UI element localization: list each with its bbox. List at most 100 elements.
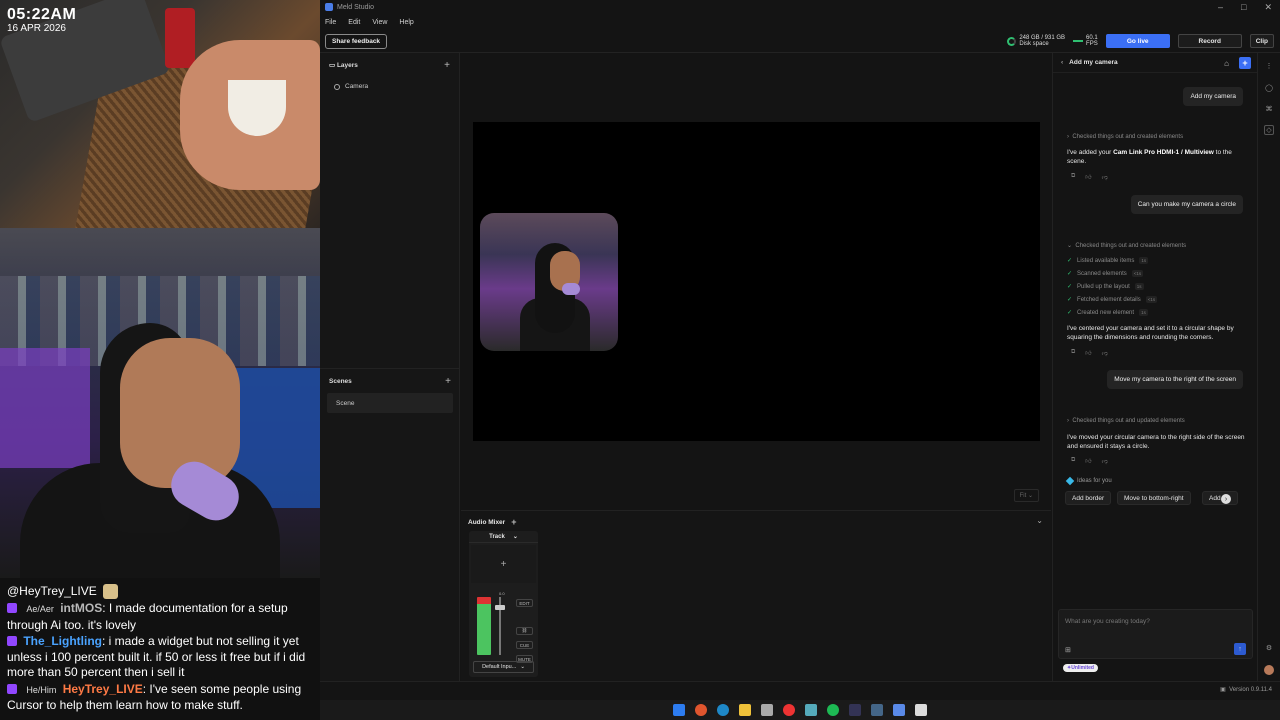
scene-item[interactable]: Scene (327, 393, 453, 413)
camera-element[interactable] (480, 213, 618, 351)
menu-edit[interactable]: Edit (348, 19, 360, 26)
add-source-button[interactable]: + (471, 545, 536, 583)
attach-icon[interactable]: ⊞ (1065, 646, 1071, 654)
chat-username: intMOS (60, 601, 103, 615)
avatar[interactable] (1264, 665, 1274, 675)
pronoun-tag: He/Him (26, 684, 57, 695)
obs-icon[interactable] (783, 704, 795, 716)
copy-icon[interactable]: ⧉ (1071, 457, 1075, 465)
folder-icon[interactable] (739, 704, 751, 716)
fit-dropdown[interactable]: Fit ⌄ (1013, 489, 1039, 502)
chevron-down-icon: ⌄ (512, 534, 518, 540)
activity-toggle[interactable]: › Checked things out and updated element… (1067, 418, 1185, 424)
edge-icon[interactable] (717, 704, 729, 716)
back-chevron-icon[interactable]: ‹ (1061, 59, 1063, 66)
go-live-button[interactable]: Go live (1105, 34, 1170, 48)
edit-button[interactable]: EDIT (516, 599, 533, 607)
add-layer-button[interactable]: + (444, 60, 450, 71)
activity-toggle[interactable]: › Checked things out and created element… (1067, 134, 1183, 140)
thumbs-down-icon[interactable]: 👎︎ (1102, 457, 1108, 465)
plugin-icon[interactable]: ⌘ (1264, 104, 1274, 114)
track-label: Track (489, 533, 505, 540)
link-icon[interactable]: ⛓ (516, 627, 533, 635)
activity-toggle[interactable]: ⌄ Checked things out and created element… (1067, 242, 1186, 249)
plan-badge: ✦ Unlimited (1063, 664, 1098, 672)
check-icon: ✓ (1067, 271, 1073, 277)
thumbs-down-icon[interactable]: 👎︎ (1102, 349, 1108, 357)
emote-icon (102, 583, 118, 599)
level-meter (477, 597, 491, 655)
meld-taskbar-icon[interactable] (915, 704, 927, 716)
assistant-rail-icon[interactable]: ◇ (1264, 125, 1274, 135)
app-logo-icon (325, 3, 333, 11)
stream-clock: 05:22AM 16 APR 2026 (7, 6, 76, 34)
prompt-input[interactable]: What are you creating today? ⊞ ↑ (1058, 609, 1253, 659)
assistant-title: Add my camera (1069, 59, 1118, 66)
scene-canvas[interactable] (473, 122, 1040, 441)
meld-studio-window: Meld Studio – □ ✕ File Edit View Help Sh… (320, 0, 1280, 700)
settings-icon[interactable]: ⚙ (1264, 643, 1274, 653)
maximize-icon[interactable]: □ (1241, 2, 1246, 13)
ideas-header: Ideas for you (1065, 476, 1112, 486)
record-button[interactable]: Record (1177, 34, 1242, 48)
assistant-reply: I've moved your circular camera to the r… (1067, 434, 1245, 450)
input-device-select[interactable]: Default Inpu... ⌄ (473, 661, 534, 673)
minimize-icon[interactable]: – (1218, 2, 1223, 13)
app-icon[interactable] (849, 704, 861, 716)
thumbs-up-icon[interactable]: 👍︎ (1085, 173, 1091, 181)
app-icon[interactable] (871, 704, 883, 716)
layer-item-camera[interactable]: Camera (324, 79, 455, 94)
add-scene-button[interactable]: + (445, 376, 451, 387)
activity-step: ✓ Listed available items 1s (1067, 257, 1149, 264)
thumbs-down-icon[interactable]: 👎︎ (1102, 173, 1108, 181)
thumbs-up-icon[interactable]: 👍︎ (1085, 349, 1091, 357)
clip-button[interactable]: Clip (1249, 34, 1274, 48)
menu-view[interactable]: View (372, 19, 387, 26)
disk-label: Disk space (1019, 41, 1049, 47)
overhead-camera-feed: 05:22AM 16 APR 2026 (0, 0, 320, 230)
idea-chip[interactable]: Add border (1065, 491, 1112, 505)
menu-help[interactable]: Help (399, 19, 413, 26)
activity-step: ✓ Scanned elements <1s (1067, 270, 1144, 277)
subscriber-badge-icon (7, 603, 17, 613)
close-icon[interactable]: ✕ (1264, 2, 1272, 13)
copy-icon[interactable]: ⧉ (1071, 173, 1075, 181)
send-button[interactable]: ↑ (1234, 643, 1246, 655)
scenes-section: Scenes + Scene (320, 368, 460, 413)
check-icon: ✓ (1067, 297, 1073, 303)
layers-title: ▭ Layers (329, 62, 358, 69)
share-feedback-button[interactable]: Share feedback (325, 34, 388, 49)
menu-file[interactable]: File (325, 19, 336, 26)
track-header[interactable]: Track ⌄ (469, 531, 538, 543)
expand-icon[interactable]: ⋮ (1264, 61, 1274, 71)
menu-bar: File Edit View Help (320, 14, 1280, 31)
new-chat-button[interactable]: + (1239, 57, 1251, 69)
layer-label: Camera (345, 83, 369, 90)
window-controls: – □ ✕ (1218, 2, 1272, 13)
clock-time: 05:22AM (7, 6, 77, 23)
app-icon[interactable] (893, 704, 905, 716)
spotify-icon[interactable] (827, 704, 839, 716)
thumbs-up-icon[interactable]: 👍︎ (1085, 457, 1091, 465)
collapse-chevron-icon[interactable]: ⌄ (1036, 516, 1043, 525)
app-icon[interactable] (805, 704, 817, 716)
chat-icon[interactable]: ◯ (1264, 83, 1274, 93)
stream-chat: @HeyTrey_LIVE Ae/Aer intMOS: I made docu… (0, 578, 320, 720)
chat-header: @HeyTrey_LIVE (7, 582, 313, 600)
chrome-icon[interactable] (695, 704, 707, 716)
chat-username: HeyTrey_LIVE (62, 681, 143, 696)
face-camera-feed (0, 228, 320, 583)
add-track-button[interactable]: + (511, 517, 516, 527)
chevron-down-icon: ⌄ (520, 664, 525, 670)
chevron-right-icon[interactable]: › (1221, 494, 1231, 504)
cue-button[interactable]: CUE (516, 641, 533, 649)
copy-icon[interactable]: ⧉ (1071, 349, 1075, 357)
app-icon[interactable] (761, 704, 773, 716)
home-icon[interactable]: ⌂ (1224, 59, 1229, 68)
fader-handle[interactable] (495, 605, 505, 610)
check-icon: ✓ (1067, 258, 1073, 264)
idea-chip[interactable]: Add (1202, 491, 1238, 505)
reply-actions: ⧉ 👍︎ 👎︎ (1071, 457, 1108, 465)
idea-chip[interactable]: Move to bottom-right (1117, 491, 1191, 505)
start-icon[interactable] (673, 704, 685, 716)
